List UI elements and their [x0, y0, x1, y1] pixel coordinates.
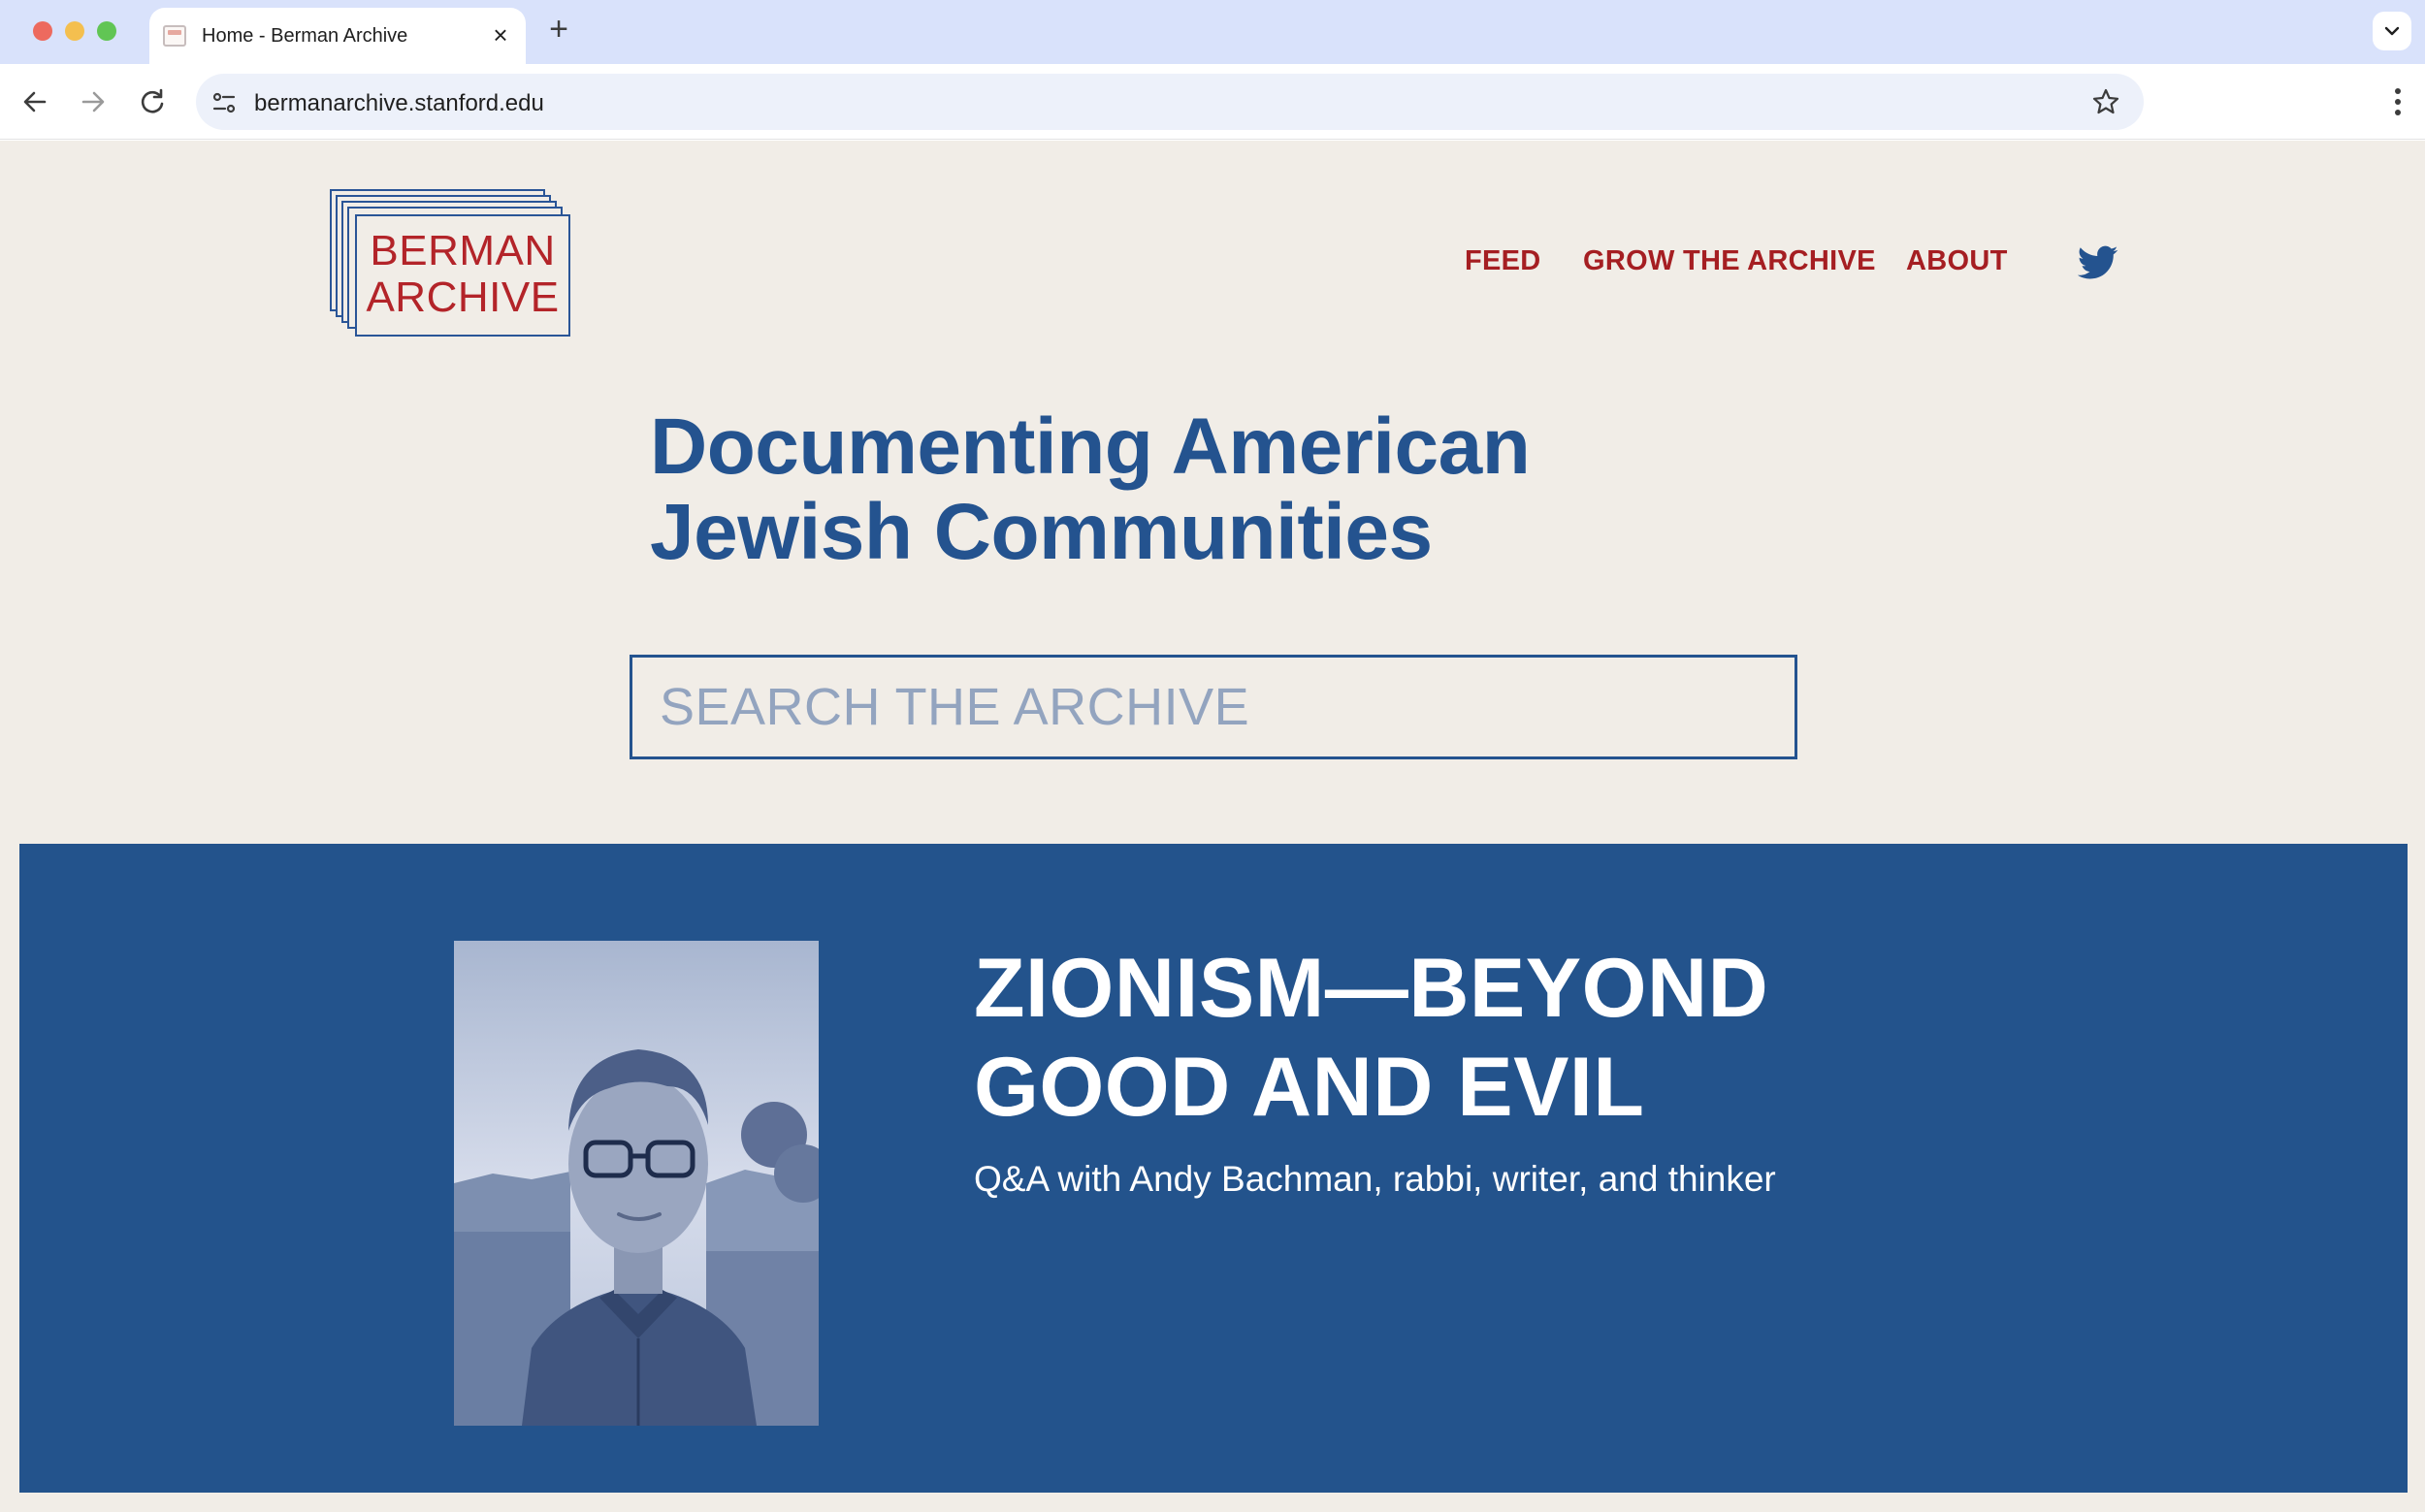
logo-line-2: ARCHIVE [366, 273, 560, 321]
maximize-window-button[interactable] [97, 21, 116, 41]
search-input[interactable] [632, 658, 1794, 756]
chevron-down-icon [2384, 26, 2400, 36]
tab-close-icon[interactable]: × [487, 21, 514, 48]
nav-grow-the-archive-link[interactable]: GROW THE ARCHIVE [1583, 245, 1876, 277]
browser-toolbar: bermanarchive.stanford.edu [0, 64, 2425, 140]
address-bar[interactable]: bermanarchive.stanford.edu [196, 74, 2144, 130]
web-page: BERMAN ARCHIVE FEED GROW THE ARCHIVE ABO… [0, 141, 2425, 1512]
arrow-left-icon [23, 91, 47, 113]
headline-line-1: Documenting American [650, 402, 1531, 491]
tab-title: Home - Berman Archive [202, 25, 408, 47]
back-button[interactable] [17, 84, 52, 119]
twitter-icon[interactable] [2078, 245, 2118, 280]
arrow-right-icon [81, 91, 105, 113]
browser-tab-active[interactable]: Home - Berman Archive × [149, 8, 526, 64]
logo-line-1: BERMAN [370, 227, 556, 274]
reload-button[interactable] [135, 84, 170, 119]
portrait-illustration [454, 941, 819, 1426]
nav-about-link[interactable]: ABOUT [1906, 245, 2008, 277]
kebab-menu-icon[interactable] [2394, 87, 2402, 116]
logo-text: BERMAN ARCHIVE [355, 228, 570, 321]
minimize-window-button[interactable] [65, 21, 84, 41]
site-logo[interactable]: BERMAN ARCHIVE [330, 189, 570, 337]
nav-feed-link[interactable]: FEED [1465, 245, 1541, 277]
close-window-button[interactable] [33, 21, 52, 41]
new-tab-button[interactable]: + [543, 13, 574, 46]
site-settings-icon[interactable] [211, 90, 237, 115]
featured-portrait-photo[interactable] [454, 941, 819, 1426]
reload-icon [141, 88, 164, 113]
feature-title-line-1: ZIONISM—BEYOND [974, 942, 1769, 1035]
featured-article[interactable]: ZIONISM—BEYOND GOOD AND EVIL Q&A with An… [19, 844, 2408, 1493]
featured-article-subtitle: Q&A with Andy Bachman, rabbi, writer, an… [974, 1159, 1776, 1199]
tab-search-button[interactable] [2373, 12, 2411, 50]
forward-button[interactable] [76, 84, 111, 119]
headline-line-2: Jewish Communities [650, 488, 1433, 576]
bookmark-star-icon[interactable] [2091, 87, 2120, 116]
browser-tab-strip: Home - Berman Archive × + [0, 0, 2425, 64]
featured-article-title[interactable]: ZIONISM—BEYOND GOOD AND EVIL [974, 939, 2041, 1137]
search-box [630, 655, 1797, 759]
url-text: bermanarchive.stanford.edu [254, 90, 544, 116]
feature-title-line-2: GOOD AND EVIL [974, 1041, 1645, 1134]
page-headline: Documenting American Jewish Communities [650, 404, 1814, 575]
favicon-icon [163, 25, 186, 47]
